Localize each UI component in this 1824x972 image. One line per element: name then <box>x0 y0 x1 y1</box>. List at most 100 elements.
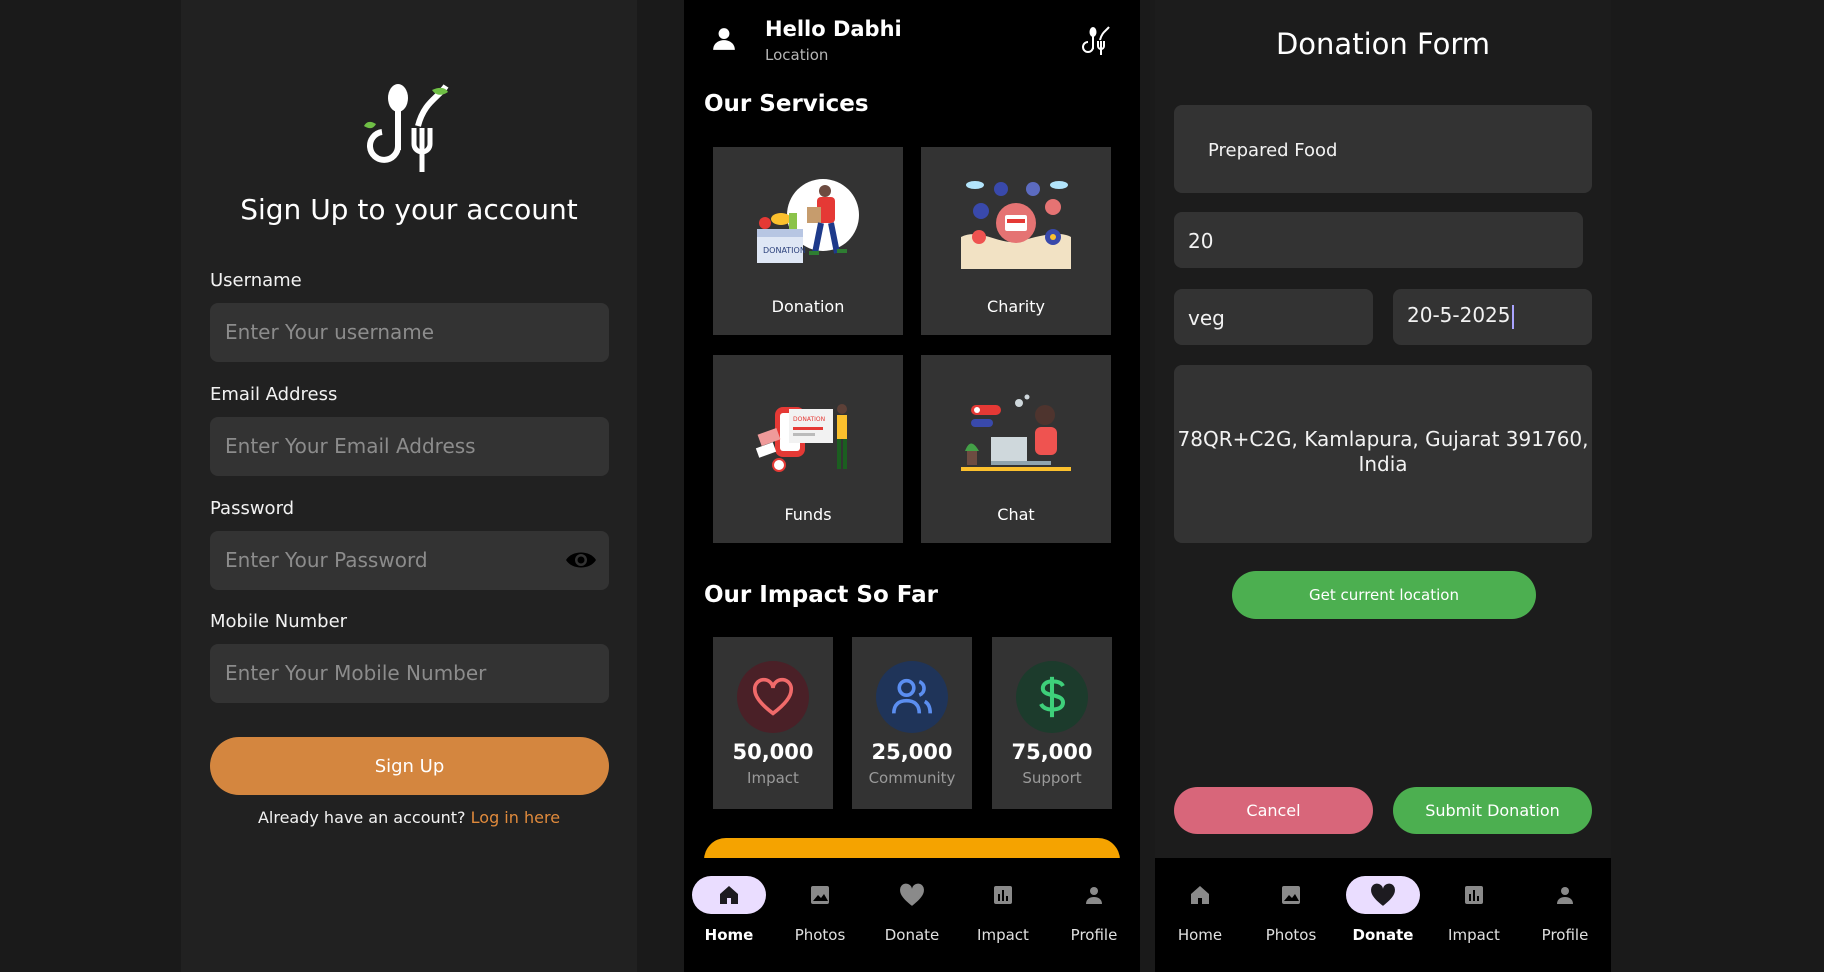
photos-icon <box>811 886 829 904</box>
username-label: Username <box>210 270 302 291</box>
signup-screen: Sign Up to your account Username Enter Y… <box>181 0 637 972</box>
bar-chart-icon <box>1465 886 1483 904</box>
photos-icon <box>1282 886 1300 904</box>
nav-item-impact[interactable]: Impact <box>1434 876 1514 956</box>
email-label: Email Address <box>210 384 338 405</box>
heart-icon <box>900 883 924 906</box>
nav-item-photos[interactable]: Photos <box>780 876 860 956</box>
nav-label: Photos <box>1265 926 1317 944</box>
nav-item-profile[interactable]: Profile <box>1525 876 1605 956</box>
nav-item-profile[interactable]: Profile <box>1054 876 1134 956</box>
person-icon <box>1086 887 1102 904</box>
stat-card-support: 75,000 Support <box>992 637 1112 809</box>
services-title: Our Services <box>704 91 869 117</box>
diet-input[interactable]: veg <box>1174 289 1373 345</box>
home-icon <box>720 886 738 904</box>
dollar-icon <box>1016 661 1088 733</box>
nav-item-donate[interactable]: Donate <box>1343 876 1423 956</box>
login-prompt-text: Already have an account? <box>257 808 466 827</box>
username-input[interactable]: Enter Your username <box>210 303 609 362</box>
service-card-donation[interactable]: DONATION Donation <box>713 147 903 335</box>
nav-item-donate[interactable]: Donate <box>872 876 952 956</box>
mobile-input[interactable]: Enter Your Mobile Number <box>210 644 609 703</box>
get-location-button[interactable]: Get current location <box>1232 571 1536 619</box>
nav-item-impact[interactable]: Impact <box>963 876 1043 956</box>
diet-value: veg <box>1188 306 1225 330</box>
service-label: Charity <box>987 297 1045 316</box>
service-label: Funds <box>784 505 832 524</box>
stat-card-impact: 50,000 Impact <box>713 637 833 809</box>
nav-label: Photos <box>794 926 846 944</box>
nav-item-home[interactable]: Home <box>1160 876 1240 956</box>
stat-label: Support <box>1022 769 1082 787</box>
email-input[interactable]: Enter Your Email Address <box>210 417 609 476</box>
bottom-nav: Home Photos Donate Impact Profile <box>684 858 1140 972</box>
heart-icon <box>1371 883 1395 906</box>
nav-label: Profile <box>1070 926 1118 944</box>
mobile-placeholder: Enter Your Mobile Number <box>225 661 487 685</box>
page-title: Sign Up to your account <box>240 193 578 226</box>
charity-illustration <box>961 181 1071 269</box>
impact-title: Our Impact So Far <box>704 582 939 608</box>
stat-label: Community <box>868 769 956 787</box>
text-cursor <box>1511 304 1514 329</box>
nav-label: Donate <box>884 926 940 944</box>
login-link[interactable]: Log in here <box>471 808 560 827</box>
service-label: Donation <box>771 297 845 316</box>
stat-value: 75,000 <box>1011 740 1093 764</box>
password-input[interactable]: Enter Your Password <box>210 531 609 590</box>
svg-text:DONATION: DONATION <box>763 246 806 255</box>
nav-item-home[interactable]: Home <box>689 876 769 956</box>
email-placeholder: Enter Your Email Address <box>225 434 476 458</box>
home-icon <box>1191 886 1209 904</box>
date-input[interactable]: 20-5-2025 <box>1393 289 1592 345</box>
nav-label: Home <box>704 926 754 944</box>
heart-icon <box>737 661 809 733</box>
food-type-value: Prepared Food <box>1208 140 1338 161</box>
quantity-value: 20 <box>1188 229 1214 253</box>
eye-icon[interactable] <box>565 548 597 572</box>
nav-label: Profile <box>1541 926 1589 944</box>
bottom-nav: Home Photos Donate Impact Profile <box>1155 858 1611 972</box>
address-textarea[interactable]: 78QR+C2G, Kamlapura, Gujarat 391760, Ind… <box>1174 365 1592 543</box>
username-placeholder: Enter Your username <box>225 320 435 344</box>
stat-value: 50,000 <box>732 740 814 764</box>
bar-chart-icon <box>994 886 1012 904</box>
location-text[interactable]: Location <box>765 46 828 64</box>
chat-illustration <box>961 394 1071 471</box>
signup-button[interactable]: Sign Up <box>210 737 609 795</box>
cancel-button[interactable]: Cancel <box>1174 787 1373 834</box>
app-logo-icon <box>364 84 449 172</box>
stat-card-community: 25,000 Community <box>852 637 972 809</box>
address-value: 78QR+C2G, Kamlapura, Gujarat 391760, Ind… <box>1177 427 1589 476</box>
service-label: Chat <box>997 505 1035 524</box>
submit-donation-button[interactable]: Submit Donation <box>1393 787 1592 834</box>
page-title: Donation Form <box>1275 27 1491 61</box>
stat-value: 25,000 <box>871 740 953 764</box>
person-icon[interactable] <box>711 26 737 52</box>
donation-form-screen: Donation Form Prepared Food 20 veg 20-5-… <box>1155 0 1611 972</box>
app-logo-icon <box>1082 26 1110 55</box>
password-label: Password <box>210 498 295 519</box>
login-prompt-row: Already have an account? Log in here <box>181 808 637 827</box>
service-card-funds[interactable]: DONATION Funds <box>713 355 903 543</box>
food-type-select[interactable]: Prepared Food <box>1174 105 1592 193</box>
stat-label: Impact <box>747 769 799 787</box>
svg-text:DONATION: DONATION <box>793 416 825 423</box>
greeting: Hello Dabhi <box>765 17 902 41</box>
quantity-input[interactable]: 20 <box>1174 212 1583 268</box>
service-card-chat[interactable]: Chat <box>921 355 1111 543</box>
mobile-label: Mobile Number <box>210 611 348 632</box>
person-icon <box>1557 887 1573 904</box>
password-placeholder: Enter Your Password <box>225 548 428 572</box>
nav-item-photos[interactable]: Photos <box>1251 876 1331 956</box>
funds-illustration: DONATION <box>755 404 847 472</box>
nav-label: Impact <box>977 926 1029 944</box>
service-card-charity[interactable]: Charity <box>921 147 1111 335</box>
date-value: 20-5-2025 <box>1407 303 1511 327</box>
nav-label: Impact <box>1448 926 1500 944</box>
users-icon <box>876 661 948 733</box>
nav-label: Donate <box>1352 926 1414 944</box>
date-field-text: 20-5-2025 <box>1407 303 1514 329</box>
nav-label: Home <box>1177 926 1223 944</box>
